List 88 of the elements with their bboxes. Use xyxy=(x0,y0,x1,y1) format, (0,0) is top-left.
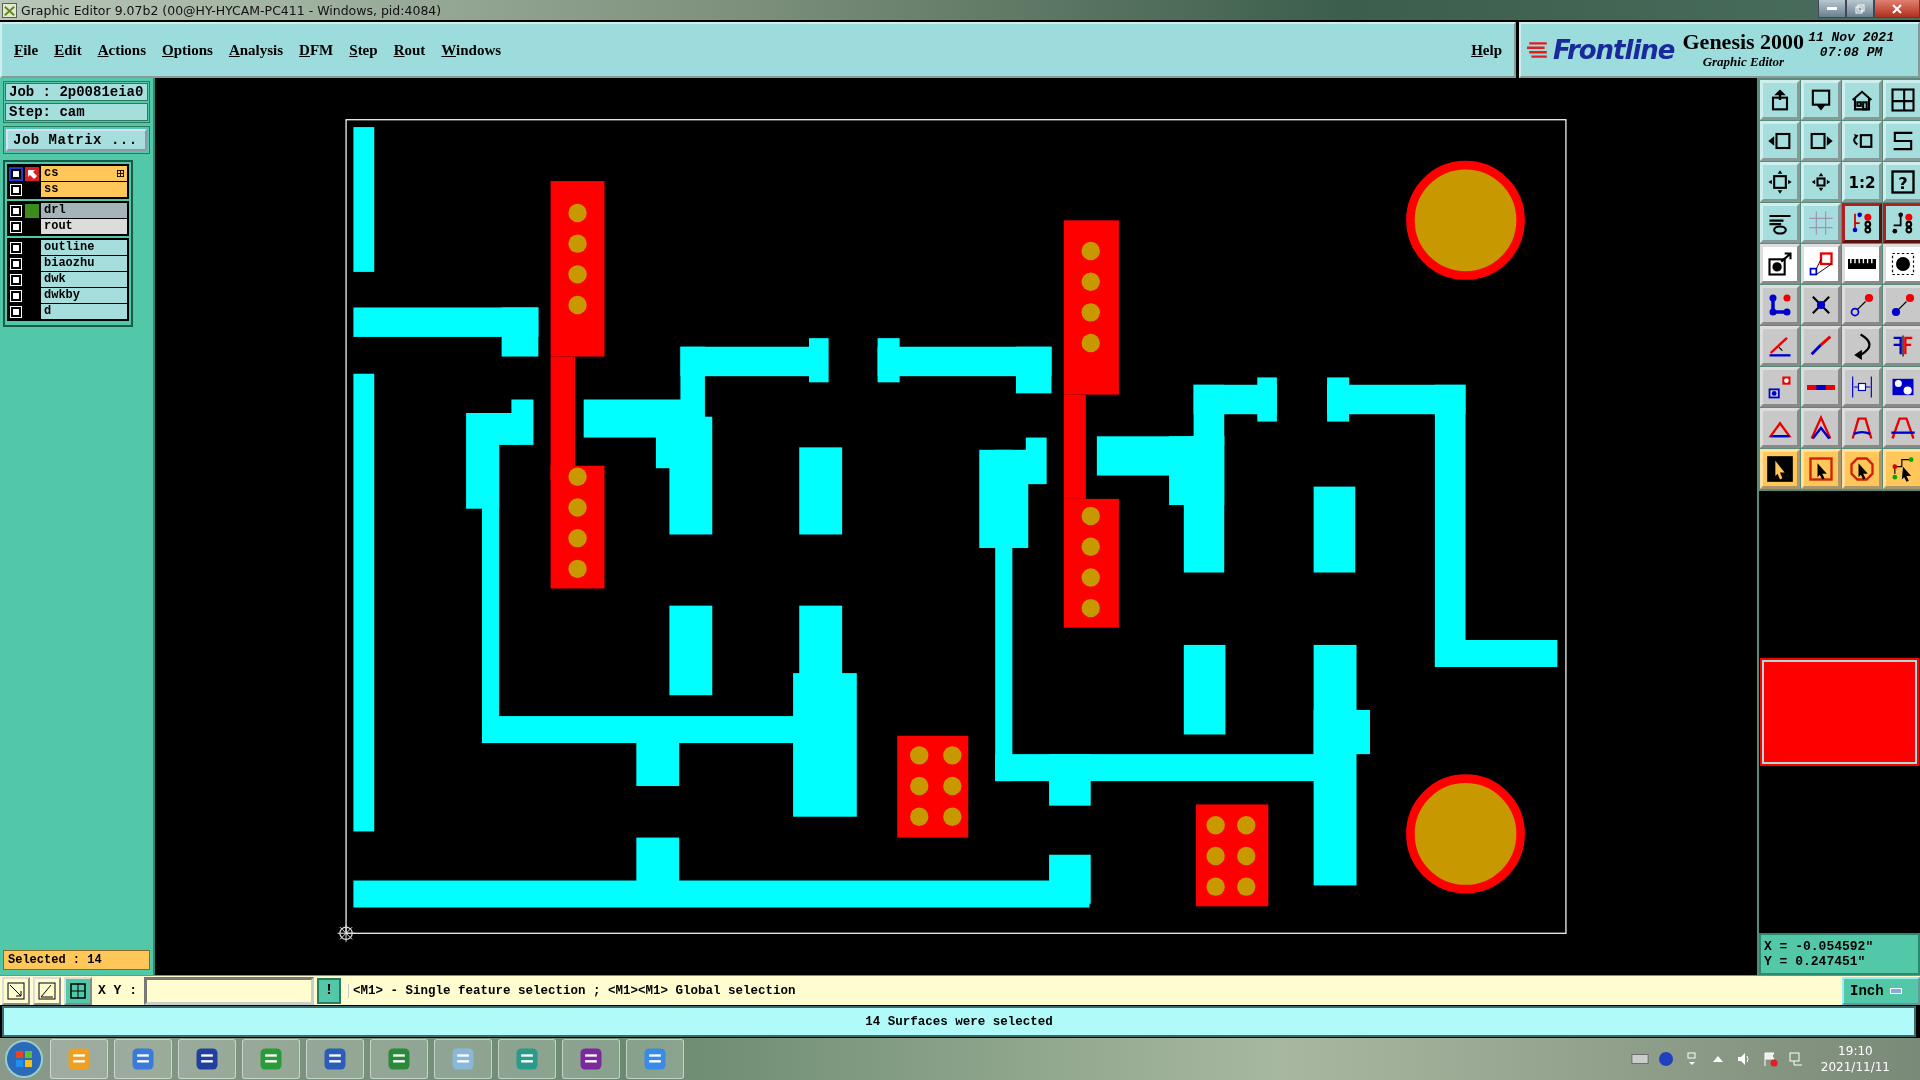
taskbar-button[interactable] xyxy=(178,1039,236,1079)
alert-button[interactable]: ! xyxy=(317,977,341,1004)
layer-checkbox[interactable] xyxy=(11,168,21,179)
taskbar-button[interactable] xyxy=(306,1039,364,1079)
layer-name[interactable]: dwkby xyxy=(41,288,127,303)
layer-checkbox[interactable] xyxy=(11,205,21,216)
layer-name[interactable]: cs xyxy=(41,166,127,181)
job-name: Job : 2p0081eia0 xyxy=(5,83,148,101)
grid-small-icon xyxy=(117,170,124,177)
product-name: Genesis 2000 xyxy=(1682,30,1805,54)
x-coordinate: X = -0.054592" xyxy=(1764,939,1875,954)
job-matrix-button[interactable]: Job Matrix ... xyxy=(6,129,147,151)
logo: Frontline xyxy=(1553,35,1675,65)
units-button[interactable]: Inch xyxy=(1842,976,1920,1005)
dot-arrow-icon xyxy=(1848,291,1876,319)
menu-item[interactable]: Step xyxy=(349,41,378,59)
taskbar-button[interactable] xyxy=(562,1039,620,1079)
menu-item[interactable]: File xyxy=(14,41,39,59)
minimize-button[interactable] xyxy=(1818,0,1846,18)
pointer-icon xyxy=(1766,455,1794,483)
pad-icon xyxy=(1889,250,1917,278)
help-icon: ? xyxy=(1889,168,1917,196)
date-text: 11 Nov 2021 xyxy=(1808,30,1894,45)
menu-item[interactable]: Rout xyxy=(393,41,426,59)
layer-name[interactable]: dwk xyxy=(41,272,127,287)
minimize-icon xyxy=(1827,7,1837,10)
angle-icon xyxy=(37,980,57,1001)
curved-arrow-icon xyxy=(1852,332,1872,360)
layer-name[interactable]: drl xyxy=(41,203,127,218)
layer-checkbox[interactable] xyxy=(11,258,21,269)
tool-button[interactable]: ? xyxy=(1883,162,1920,202)
prompt-text: <M1> - Single feature selection ; <M1><M1> Global selection xyxy=(348,983,796,998)
start-button[interactable] xyxy=(4,1039,44,1079)
maximize-icon xyxy=(1855,3,1865,14)
menu-item[interactable]: Help xyxy=(1471,41,1502,59)
tool-button[interactable] xyxy=(1883,203,1920,243)
status-message: 14 Surfaces were selected xyxy=(865,1014,1053,1029)
selected-count: Selected : 14 xyxy=(3,950,150,970)
taskbar-button[interactable] xyxy=(114,1039,172,1079)
option-menu-icon xyxy=(1889,987,1902,994)
pointer-octagon-icon xyxy=(1848,455,1876,483)
tool-button[interactable]: 1:2 xyxy=(1842,162,1882,202)
taskbar-button[interactable] xyxy=(370,1039,428,1079)
coordinate-label: X Y : xyxy=(98,983,137,998)
close-button[interactable] xyxy=(1874,0,1920,18)
layer-checkbox[interactable] xyxy=(11,290,21,301)
dot-arrow-icon xyxy=(1889,291,1917,319)
menu-item[interactable]: DFM xyxy=(299,41,334,59)
menu-item[interactable]: Edit xyxy=(54,41,82,59)
time-text: 07:08 PM xyxy=(1819,45,1883,60)
layer-name[interactable]: biaozhu xyxy=(41,256,127,271)
menu-item[interactable]: Actions xyxy=(97,41,147,59)
pointer-box-icon xyxy=(1807,455,1835,483)
speed-lines-icon xyxy=(1527,39,1549,61)
zoom-fit-icon xyxy=(1766,168,1794,196)
step-name: Step: cam xyxy=(5,103,148,121)
close-icon xyxy=(1892,3,1902,14)
layer-name[interactable]: outline xyxy=(41,240,127,255)
squares-link-icon xyxy=(1807,250,1835,278)
menu-item[interactable]: Windows xyxy=(441,41,502,59)
layer-checkbox[interactable] xyxy=(11,184,21,195)
pad-arrow-icon xyxy=(1766,250,1794,278)
keyboard-icon[interactable] xyxy=(1630,1051,1649,1067)
grid-icon xyxy=(1807,209,1835,237)
tool-button[interactable] xyxy=(1842,203,1882,243)
window-title: Graphic Editor 9.07b2 (00@HY-HYCAM-PC411 - Windows, pid:4084) xyxy=(21,2,442,18)
coordinate-input[interactable] xyxy=(144,976,314,1005)
network-icon[interactable] xyxy=(1786,1051,1805,1067)
origin-marker-icon xyxy=(337,924,356,943)
y-coordinate: Y = 0.247451" xyxy=(1764,954,1867,969)
menu-item[interactable]: Analysis xyxy=(228,41,284,59)
layer-checkbox[interactable] xyxy=(11,242,21,253)
layer-name[interactable]: d xyxy=(41,304,127,319)
layer-checkbox[interactable] xyxy=(11,306,21,317)
ruler-icon xyxy=(1848,259,1876,269)
line-segment-icon xyxy=(1807,384,1835,390)
layer-checkbox[interactable] xyxy=(11,221,21,232)
menu-item[interactable]: Options xyxy=(162,41,213,59)
scale-icon: 1:2 xyxy=(1848,168,1876,196)
grid-snap-icon xyxy=(68,980,88,1001)
product-subtitle: Graphic Editor xyxy=(1702,54,1784,70)
help-icon[interactable] xyxy=(1656,1051,1675,1067)
layer-checkbox[interactable] xyxy=(11,274,21,285)
maximize-button[interactable] xyxy=(1846,0,1874,18)
layer-name[interactable]: ss xyxy=(41,182,127,197)
window-grid-icon xyxy=(1889,86,1917,114)
layer-name[interactable]: rout xyxy=(41,219,127,234)
app-icon xyxy=(2,2,17,18)
